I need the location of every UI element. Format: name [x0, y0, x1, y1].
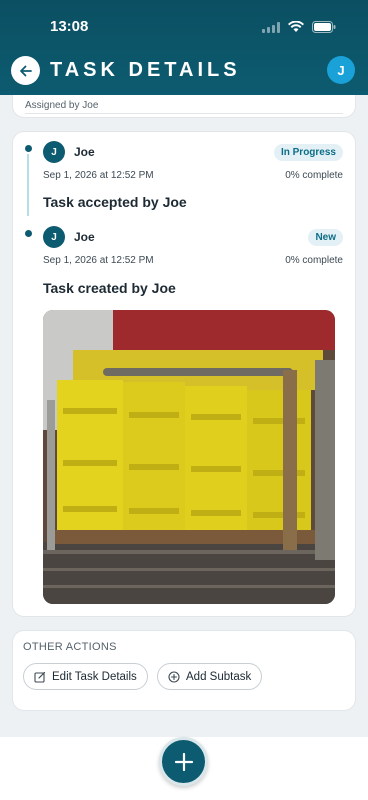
entry-title: Task created by Joe: [43, 280, 176, 296]
entry-author: Joe: [74, 230, 95, 244]
signal-icon: [262, 21, 280, 33]
divider: [25, 113, 343, 114]
edit-task-details-label: Edit Task Details: [52, 670, 137, 683]
add-subtask-label: Add Subtask: [186, 670, 252, 683]
entry-title: Task accepted by Joe: [43, 194, 187, 210]
plus-icon: [174, 752, 193, 771]
assigned-card: Assigned by Joe: [12, 95, 356, 118]
arrow-left-icon: [19, 65, 32, 76]
user-avatar[interactable]: J: [327, 56, 355, 84]
add-fab-button[interactable]: [159, 737, 208, 786]
task-photo[interactable]: [43, 310, 335, 604]
app-header: 13:08 TASK DETAILS J: [0, 0, 368, 95]
status-icons: [262, 21, 336, 33]
timeline-line: [27, 154, 29, 216]
other-actions-label: OTHER ACTIONS: [23, 641, 117, 653]
status-bar: 13:08: [0, 18, 368, 40]
status-time: 13:08: [50, 18, 89, 35]
page-title: TASK DETAILS: [50, 59, 241, 81]
avatar: J: [43, 226, 65, 248]
entry-author: Joe: [74, 145, 95, 159]
status-badge: In Progress: [273, 144, 343, 161]
avatar: J: [43, 141, 65, 163]
entry-progress: 0% complete: [285, 255, 343, 266]
status-badge: New: [308, 229, 343, 246]
plus-circle-icon: [168, 670, 180, 683]
task-photo-image: [43, 310, 335, 604]
add-subtask-button[interactable]: Add Subtask: [157, 663, 263, 690]
entry-date: Sep 1, 2026 at 12:52 PM: [43, 255, 154, 266]
entry-progress: 0% complete: [285, 170, 343, 181]
edit-icon: [34, 671, 46, 683]
edit-task-details-button[interactable]: Edit Task Details: [23, 663, 148, 690]
battery-icon: [312, 21, 336, 33]
back-button[interactable]: [11, 56, 40, 85]
assigned-by-text: Assigned by Joe: [25, 100, 99, 111]
timeline-dot: [25, 145, 32, 152]
activity-card: J Joe In Progress Sep 1, 2026 at 12:52 P…: [12, 131, 356, 617]
wifi-icon: [288, 21, 304, 32]
timeline-dot: [25, 230, 32, 237]
other-actions-card: OTHER ACTIONS Edit Task Details Add Subt…: [12, 630, 356, 711]
entry-date: Sep 1, 2026 at 12:52 PM: [43, 170, 154, 181]
task-scroll-area[interactable]: Assigned by Joe J Joe In Progress Sep 1,…: [0, 95, 368, 735]
